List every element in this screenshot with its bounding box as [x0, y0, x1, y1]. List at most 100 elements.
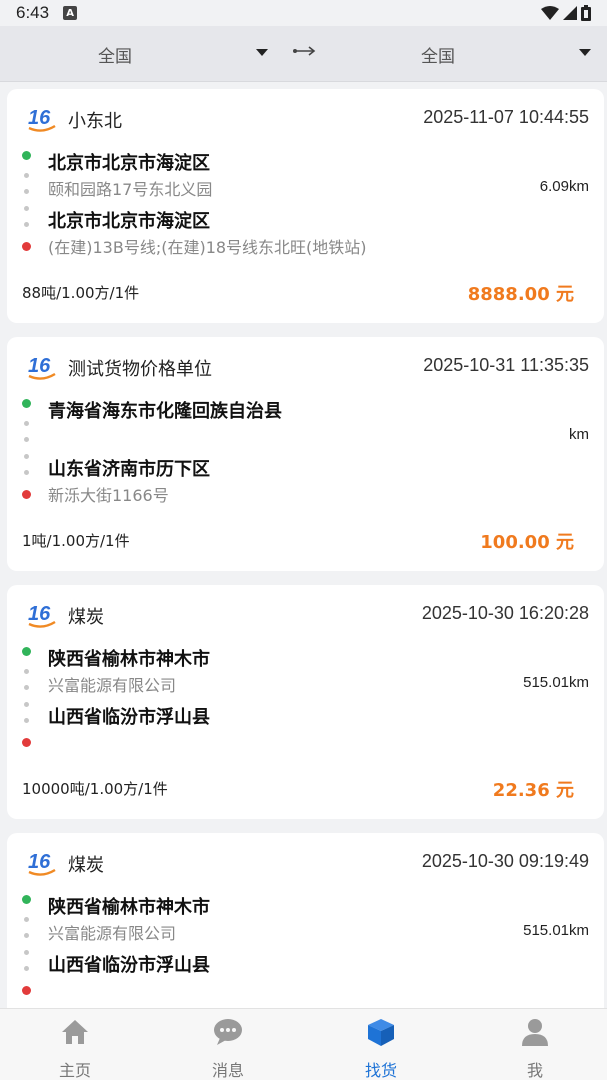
route-dot — [24, 966, 29, 971]
distance: 6.09km — [539, 178, 589, 195]
route-dot — [24, 917, 29, 922]
route-dot — [24, 421, 29, 426]
route-dot — [24, 702, 29, 707]
cargo-card[interactable]: 16 测试货物价格单位 2025-10-31 11:35:35 青海省海东市化隆… — [7, 337, 604, 571]
card-header: 16 煤炭 2025-10-30 16:20:28 — [7, 599, 604, 631]
origin-dot — [22, 151, 31, 160]
status-time: 6:43 — [16, 3, 50, 22]
cargo-price: 8888.00 元 — [467, 284, 574, 305]
status-icons — [541, 5, 591, 21]
destination-city: 山西省临汾市浮山县 — [48, 707, 210, 728]
cargo-name: 煤炭 — [68, 607, 104, 628]
cargo-card[interactable]: 16 煤炭 2025-10-30 09:19:49 陕西省榆林市神木市 兴富能源… — [7, 833, 604, 1008]
wifi-icon — [541, 6, 559, 20]
cargo-name: 测试货物价格单位 — [68, 359, 212, 380]
cargo-name: 煤炭 — [68, 855, 104, 876]
origin-dot — [22, 399, 31, 408]
destination-dot — [22, 490, 31, 499]
route-arrow-icon — [293, 46, 316, 56]
home-icon — [62, 1020, 88, 1044]
tab-label: 找货 — [364, 1061, 397, 1080]
card-header: 16 煤炭 2025-10-30 09:19:49 — [7, 847, 604, 879]
origin-city: 青海省海东市化隆回族自治县 — [48, 401, 282, 422]
svg-text:16: 16 — [28, 107, 51, 129]
destination-city: 山东省济南市历下区 — [48, 459, 210, 480]
route-dot — [24, 454, 29, 459]
tab-home[interactable]: 主页 — [15, 1009, 135, 1080]
publish-time: 2025-10-30 09:19:49 — [421, 851, 589, 871]
route-dot — [24, 950, 29, 955]
route-dot — [24, 189, 29, 194]
route-dot — [24, 685, 29, 690]
user-icon — [522, 1019, 548, 1046]
route-dot — [24, 933, 29, 938]
origin-address: 兴富能源有限公司 — [48, 924, 177, 943]
battery-icon — [581, 5, 591, 21]
status-bar: 6:43 A — [0, 0, 607, 26]
signal-icon — [563, 6, 577, 20]
publish-time: 2025-11-07 10:44:55 — [423, 107, 589, 127]
svg-text:16: 16 — [28, 355, 51, 377]
tab-label: 消息 — [211, 1061, 244, 1080]
origin-filter[interactable]: 全国 — [0, 26, 280, 82]
route-dot — [24, 669, 29, 674]
cargo-spec: 88吨/1.00方/1件 — [22, 284, 140, 302]
distance: 515.01km — [523, 922, 589, 939]
cargo-list: 16 小东北 2025-11-07 10:44:55 北京市北京市海淀区 颐和园… — [0, 82, 607, 1008]
logo-16-icon: 16 — [28, 851, 56, 876]
message-icon — [214, 1019, 242, 1045]
origin-dot — [22, 647, 31, 656]
destination-dot — [22, 738, 31, 747]
route-filter-bar: 全国 全国 — [0, 26, 607, 82]
tab-label: 主页 — [58, 1061, 91, 1080]
logo-16-icon: 16 — [28, 603, 56, 628]
route-dot — [24, 222, 29, 227]
cargo-price: 22.36 元 — [492, 780, 574, 801]
destination-city: 山西省临汾市浮山县 — [48, 955, 210, 976]
publish-time: 2025-10-31 11:35:35 — [423, 355, 589, 375]
cargo-card[interactable]: 16 小东北 2025-11-07 10:44:55 北京市北京市海淀区 颐和园… — [7, 89, 604, 323]
caret-down-icon — [579, 49, 591, 56]
route-dot — [24, 718, 29, 723]
route-dot — [24, 470, 29, 475]
route-dot — [24, 437, 29, 442]
cargo-spec: 1吨/1.00方/1件 — [22, 532, 130, 550]
origin-dot — [22, 895, 31, 904]
destination-dot — [22, 986, 31, 995]
destination-city: 北京市北京市海淀区 — [48, 211, 210, 232]
cargo-spec: 10000吨/1.00方/1件 — [22, 780, 168, 798]
tab-find-cargo[interactable]: 找货 — [321, 1009, 441, 1080]
destination-address: 新泺大街1166号 — [48, 486, 169, 505]
card-header: 16 小东北 2025-11-07 10:44:55 — [7, 103, 604, 135]
origin-city: 陕西省榆林市神木市 — [48, 649, 210, 670]
destination-filter-label: 全国 — [421, 47, 455, 67]
cargo-card[interactable]: 16 煤炭 2025-10-30 16:20:28 陕西省榆林市神木市 兴富能源… — [7, 585, 604, 819]
tab-label: 我 — [526, 1061, 543, 1080]
destination-filter[interactable]: 全国 — [327, 26, 607, 82]
origin-filter-label: 全国 — [98, 47, 132, 67]
logo-16-icon: 16 — [28, 107, 56, 132]
cargo-name: 小东北 — [68, 111, 122, 132]
publish-time: 2025-10-30 16:20:28 — [421, 603, 589, 623]
bottom-tab-bar: 主页 消息 找货 我 — [0, 1008, 607, 1080]
origin-city: 陕西省榆林市神木市 — [48, 897, 210, 918]
svg-text:16: 16 — [28, 603, 51, 625]
logo-16-icon: 16 — [28, 355, 56, 380]
route-dot — [24, 173, 29, 178]
svg-text:16: 16 — [28, 851, 51, 873]
caret-down-icon — [256, 49, 268, 56]
tab-me[interactable]: 我 — [475, 1009, 595, 1080]
origin-city: 北京市北京市海淀区 — [48, 153, 210, 174]
destination-dot — [22, 242, 31, 251]
distance: 515.01km — [523, 674, 589, 691]
tab-messages[interactable]: 消息 — [168, 1009, 288, 1080]
card-header: 16 测试货物价格单位 2025-10-31 11:35:35 — [7, 351, 604, 383]
cube-icon — [368, 1019, 394, 1046]
destination-address: (在建)13B号线;(在建)18号线东北旺(地铁站) — [48, 238, 367, 257]
route-dot — [24, 206, 29, 211]
origin-address: 兴富能源有限公司 — [48, 676, 177, 695]
cargo-price: 100.00 元 — [480, 532, 574, 553]
origin-address: 颐和园路17号东北义园 — [48, 180, 213, 199]
notification-icon: A — [63, 6, 78, 20]
distance: km — [569, 426, 589, 443]
